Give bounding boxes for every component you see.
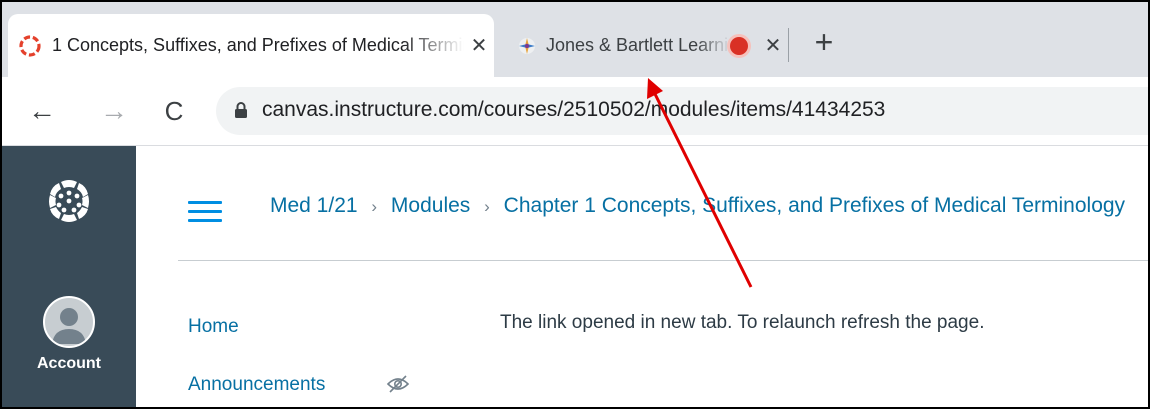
account-label: Account: [37, 355, 101, 372]
navigate-logo-icon: [519, 37, 535, 54]
breadcrumb: Med 1/21 › Modules › Chapter 1 Concepts,…: [270, 194, 1125, 218]
breadcrumb-chapter[interactable]: Chapter 1 Concepts, Suffixes, and Prefix…: [504, 194, 1125, 217]
forward-button[interactable]: →: [94, 89, 134, 133]
browser-tab-strip: 1 Concepts, Suffixes, and Prefixes of Me…: [2, 2, 1148, 77]
canvas-logo-icon[interactable]: [44, 176, 94, 226]
hamburger-menu-icon[interactable]: [188, 201, 222, 223]
breadcrumb-course[interactable]: Med 1/21: [270, 194, 358, 217]
screenshot-frame: 1 Concepts, Suffixes, and Prefixes of Me…: [0, 0, 1150, 409]
address-bar[interactable]: canvas.instructure.com/courses/2510502/m…: [216, 87, 1148, 135]
course-content: Med 1/21 › Modules › Chapter 1 Concepts,…: [136, 146, 1148, 407]
avatar: [43, 296, 95, 348]
close-tab-icon[interactable]: ✕: [464, 33, 494, 58]
relaunch-message: The link opened in new tab. To relaunch …: [500, 312, 985, 333]
course-nav-announcements[interactable]: Announcements: [188, 374, 325, 396]
browser-toolbar: ← → C canvas.instructure.com/courses/251…: [2, 77, 1148, 146]
canvas-logo-icon: [19, 34, 41, 57]
course-nav-home[interactable]: Home: [188, 316, 239, 338]
close-tab-icon[interactable]: ✕: [758, 33, 788, 58]
reload-button[interactable]: C: [154, 89, 194, 133]
account-nav-item[interactable]: Account: [2, 296, 136, 373]
tab-separator: [788, 28, 789, 62]
recording-icon: [730, 36, 748, 55]
lock-icon: [235, 102, 247, 118]
breadcrumb-separator: ›: [484, 197, 490, 216]
eye-off-icon: [386, 375, 410, 393]
tab-canvas-course[interactable]: 1 Concepts, Suffixes, and Prefixes of Me…: [8, 14, 494, 77]
back-button[interactable]: ←: [22, 89, 62, 133]
tab-jones-bartlett[interactable]: Jones & Bartlett Learning Navigate ✕: [498, 14, 788, 77]
new-tab-button[interactable]: +: [802, 20, 846, 64]
canvas-global-nav: Account: [2, 146, 136, 407]
breadcrumb-separator: ›: [371, 197, 378, 216]
tab-title: 1 Concepts, Suffixes, and Prefixes of Me…: [52, 35, 464, 55]
url-text: canvas.instructure.com/courses/2510502/m…: [262, 98, 886, 121]
tab-title: Jones & Bartlett Learning Navigate: [546, 35, 730, 55]
breadcrumb-modules[interactable]: Modules: [391, 194, 470, 217]
user-silhouette-icon: [52, 308, 86, 344]
header-divider: [178, 260, 1148, 261]
